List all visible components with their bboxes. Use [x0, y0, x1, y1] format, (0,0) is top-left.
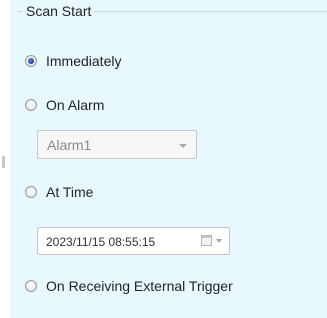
radio-on-external-trigger[interactable]: On Receiving External Trigger — [25, 276, 233, 296]
radio-selected-icon[interactable] — [25, 55, 37, 67]
radio-at-time-label: At Time — [46, 184, 94, 200]
radio-at-time[interactable]: At Time — [25, 182, 93, 202]
chevron-down-icon[interactable] — [179, 144, 187, 148]
alarm-select-value: Alarm1 — [47, 137, 92, 153]
radio-on-alarm[interactable]: On Alarm — [25, 95, 104, 115]
radio-unselected-icon[interactable] — [25, 280, 37, 292]
time-picker[interactable]: 2023/11/15 08:55:15 — [37, 227, 230, 255]
radio-unselected-icon[interactable] — [25, 186, 37, 198]
radio-immediately-label: Immediately — [46, 53, 122, 69]
radio-immediately[interactable]: Immediately — [25, 51, 121, 71]
time-picker-value: 2023/11/15 08:55:15 — [46, 235, 156, 249]
radio-unselected-icon[interactable] — [25, 99, 37, 111]
left-strip — [0, 0, 10, 318]
radio-on-alarm-label: On Alarm — [46, 97, 105, 113]
group-title: Scan Start — [23, 3, 95, 20]
chevron-down-icon[interactable] — [216, 239, 222, 243]
divider-handle[interactable] — [2, 156, 5, 168]
scan-start-panel — [10, 0, 327, 318]
radio-on-external-trigger-label: On Receiving External Trigger — [46, 278, 233, 294]
calendar-icon[interactable] — [201, 235, 212, 246]
alarm-select[interactable]: Alarm1 — [37, 130, 197, 159]
